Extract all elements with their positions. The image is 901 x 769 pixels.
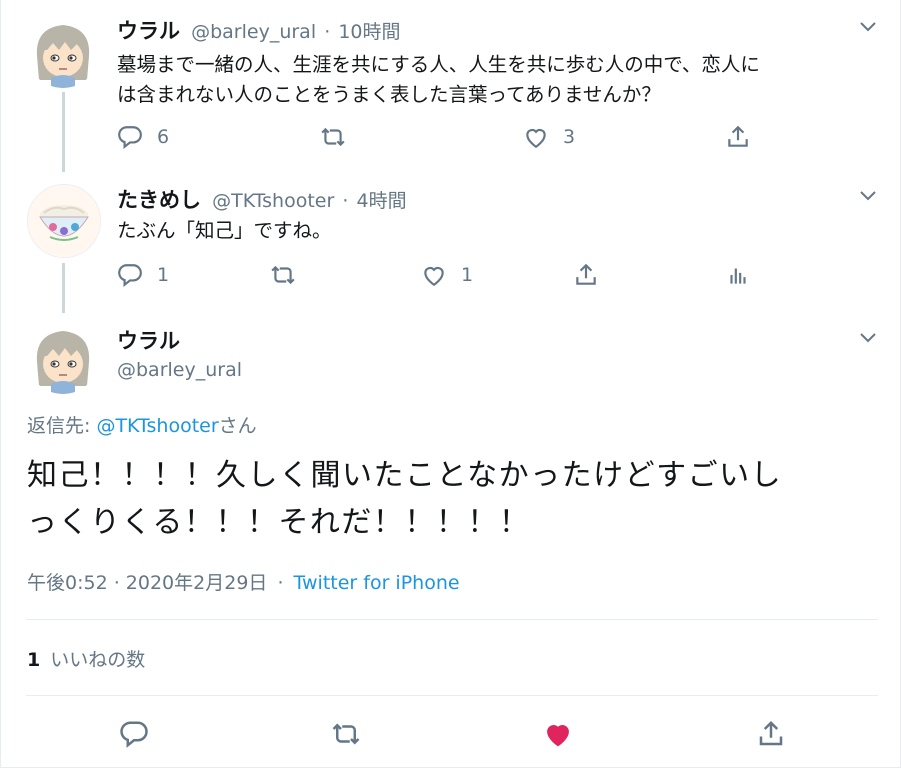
- like-button[interactable]: 3: [523, 124, 575, 150]
- retweet-button[interactable]: [331, 719, 361, 749]
- tweet-text: たぶん「知己」ですね。: [117, 219, 332, 242]
- chevron-down-icon[interactable]: [858, 16, 878, 36]
- reply-icon: [120, 721, 148, 748]
- like-count: 1: [461, 264, 474, 286]
- reply-button[interactable]: [119, 719, 149, 749]
- thread-connector-line: [62, 92, 65, 172]
- tweet-text-line: 墓場まで一緒の人、生涯を共にする人、人生を共に歩む人の中で、恋人に: [117, 53, 760, 76]
- user-handle[interactable]: @TKTshooter: [212, 190, 334, 212]
- retweet-icon: [271, 265, 295, 285]
- reply-to-handle-link[interactable]: @TKTshooter: [96, 415, 218, 437]
- reply-button[interactable]: 6: [117, 124, 169, 150]
- thread-connector-line: [62, 263, 65, 313]
- like-button[interactable]: 1: [421, 262, 473, 288]
- reply-icon: [118, 126, 142, 150]
- reply-to-prefix: 返信先:: [27, 415, 97, 437]
- divider: [26, 695, 878, 696]
- share-icon: [728, 125, 748, 147]
- retweet-icon: [332, 723, 360, 745]
- separator: ·: [277, 572, 284, 594]
- avatar[interactable]: [27, 16, 99, 88]
- retweet-button[interactable]: [270, 262, 296, 288]
- display-name[interactable]: ウラル: [117, 19, 180, 43]
- display-name[interactable]: たきめし: [117, 188, 201, 212]
- avatar[interactable]: [27, 184, 101, 258]
- share-button[interactable]: [756, 719, 786, 749]
- tweet-header: たきめし @TKTshooter · 4時間: [117, 184, 407, 214]
- reply-icon: [118, 264, 142, 288]
- chevron-down-icon[interactable]: [858, 327, 878, 347]
- tweet-text-line: っくりくる！！！それだ！！！！！: [27, 505, 531, 540]
- tweet-meta: 午後0:52 · 2020年2月29日 · Twitter for iPhone: [27, 568, 460, 595]
- share-icon: [576, 263, 596, 285]
- analytics-icon: [730, 268, 746, 284]
- tweet-source-link[interactable]: Twitter for iPhone: [294, 572, 460, 594]
- user-handle[interactable]: @barley_ural: [117, 359, 242, 381]
- avatar[interactable]: [27, 322, 99, 394]
- reply-to-suffix: さん: [218, 415, 257, 437]
- heart-icon: [547, 725, 569, 747]
- share-icon: [759, 720, 783, 746]
- divider: [26, 619, 878, 620]
- reply-count: 6: [157, 126, 170, 148]
- chevron-down-icon[interactable]: [858, 185, 878, 205]
- reply-to-line: 返信先: @TKTshooterさん: [27, 411, 257, 438]
- like-count: 3: [563, 126, 576, 148]
- likes-label: いいねの数: [50, 649, 146, 671]
- tweet-text: 墓場まで一緒の人、生涯を共にする人、人生を共に歩む人の中で、恋人に は含まれない…: [117, 50, 760, 110]
- likes-count: 1: [27, 649, 41, 671]
- reply-button[interactable]: 1: [117, 262, 169, 288]
- like-button-active[interactable]: [543, 719, 573, 749]
- focused-tweet-text: 知己！！！！久しく聞いたことなかったけどすごいし っくりくる！！！それだ！！！！…: [27, 452, 782, 546]
- reply-count: 1: [157, 264, 170, 286]
- separator: ·: [342, 190, 349, 212]
- retweet-button[interactable]: [320, 124, 346, 150]
- tweet-text-line: は含まれない人のことをうまく表した言葉ってありませんか？: [117, 83, 661, 106]
- separator: ·: [324, 21, 331, 43]
- heart-icon: [424, 266, 444, 287]
- tweet-timestamp[interactable]: 午後0:52 · 2020年2月29日: [27, 572, 267, 594]
- retweet-icon: [321, 127, 345, 147]
- heart-icon: [526, 128, 546, 149]
- tweet-text-line: 知己！！！！久しく聞いたことなかったけどすごいし: [27, 458, 783, 493]
- tweet-header: ウラル @barley_ural · 10時間: [117, 15, 401, 45]
- tweet-time[interactable]: 4時間: [357, 190, 407, 212]
- share-button[interactable]: [573, 262, 599, 288]
- share-button[interactable]: [725, 124, 751, 150]
- display-name[interactable]: ウラル: [117, 325, 180, 355]
- tweet-time[interactable]: 10時間: [338, 21, 400, 43]
- analytics-button[interactable]: [725, 262, 751, 288]
- likes-stat[interactable]: 1 いいねの数: [27, 645, 145, 672]
- user-handle[interactable]: @barley_ural: [191, 21, 316, 43]
